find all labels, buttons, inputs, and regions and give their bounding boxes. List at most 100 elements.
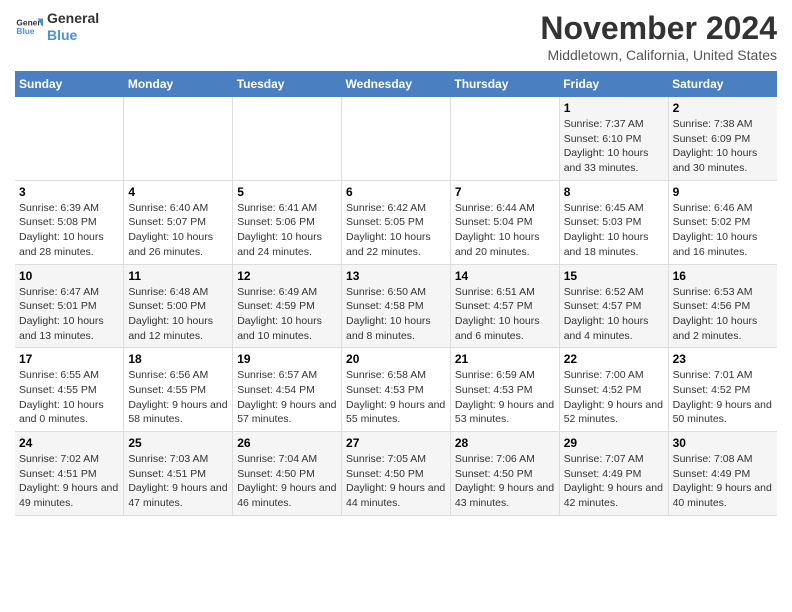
logo: General Blue General Blue (15, 10, 99, 44)
day-info-16: Sunrise: 6:53 AM Sunset: 4:56 PM Dayligh… (673, 285, 773, 344)
title-block: November 2024 Middletown, California, Un… (540, 10, 777, 63)
cell-w1-d2: 5 Sunrise: 6:41 AM Sunset: 5:06 PM Daylig… (233, 180, 342, 264)
cell-w3-d4: 21 Sunrise: 6:59 AM Sunset: 4:53 PM Dayli… (450, 348, 559, 432)
day-info-14: Sunrise: 6:51 AM Sunset: 4:57 PM Dayligh… (455, 285, 555, 344)
day-num-12: 12 (237, 269, 337, 283)
cell-w0-d4 (450, 97, 559, 180)
cell-w2-d5: 15Sunrise: 6:52 AM Sunset: 4:57 PM Dayli… (559, 264, 668, 348)
cell-w0-d3 (342, 97, 451, 180)
day-info-1: Sunrise: 7:37 AM Sunset: 6:10 PM Dayligh… (564, 117, 664, 176)
week-row-0: 1Sunrise: 7:37 AM Sunset: 6:10 PM Daylig… (15, 97, 777, 180)
cell-w1-d6: 9Sunrise: 6:46 AM Sunset: 5:02 PM Daylig… (668, 180, 777, 264)
day-info-20: Sunrise: 6:58 AM Sunset: 4:53 PM Dayligh… (346, 368, 446, 427)
day-num-14: 14 (455, 269, 555, 283)
week-row-4: 24 Sunrise: 7:02 AM Sunset: 4:51 PM Dayli… (15, 432, 777, 516)
cell-w2-d0: 10 Sunrise: 6:47 AM Sunset: 5:01 PM Dayli… (15, 264, 124, 348)
cell-w4-d0: 24 Sunrise: 7:02 AM Sunset: 4:51 PM Dayli… (15, 432, 124, 516)
day-info-10: Sunrise: 6:47 AM Sunset: 5:01 PM Dayligh… (19, 285, 119, 344)
day-info-11: Sunrise: 6:48 AM Sunset: 5:00 PM Dayligh… (128, 285, 228, 344)
cell-w4-d4: 28Sunrise: 7:06 AM Sunset: 4:50 PM Dayli… (450, 432, 559, 516)
day-info-7: Sunrise: 6:44 AM Sunset: 5:04 PM Dayligh… (455, 201, 555, 260)
day-num-2: 2 (673, 101, 773, 115)
day-info-19: Sunrise: 6:57 AM Sunset: 4:54 PM Dayligh… (237, 368, 337, 427)
day-info-27: Sunrise: 7:05 AM Sunset: 4:50 PM Dayligh… (346, 452, 446, 511)
calendar-header: Sunday Monday Tuesday Wednesday Thursday… (15, 71, 777, 97)
day-info-13: Sunrise: 6:50 AM Sunset: 4:58 PM Dayligh… (346, 285, 446, 344)
cell-w0-d0 (15, 97, 124, 180)
day-info-17: Sunrise: 6:55 AM Sunset: 4:55 PM Dayligh… (19, 368, 119, 427)
month-title: November 2024 (540, 10, 777, 47)
day-num-29: 29 (564, 436, 664, 450)
day-num-25: 25 (128, 436, 228, 450)
week-row-3: 17 Sunrise: 6:55 AM Sunset: 4:55 PM Dayli… (15, 348, 777, 432)
day-info-24: Sunrise: 7:02 AM Sunset: 4:51 PM Dayligh… (19, 452, 119, 511)
col-wednesday: Wednesday (342, 71, 451, 97)
cell-w4-d5: 29Sunrise: 7:07 AM Sunset: 4:49 PM Dayli… (559, 432, 668, 516)
cell-w2-d3: 13 Sunrise: 6:50 AM Sunset: 4:58 PM Dayli… (342, 264, 451, 348)
day-info-6: Sunrise: 6:42 AM Sunset: 5:05 PM Dayligh… (346, 201, 446, 260)
day-num-15: 15 (564, 269, 664, 283)
logo-blue: Blue (47, 27, 77, 43)
day-num-26: 26 (237, 436, 337, 450)
cell-w1-d5: 8Sunrise: 6:45 AM Sunset: 5:03 PM Daylig… (559, 180, 668, 264)
day-info-26: Sunrise: 7:04 AM Sunset: 4:50 PM Dayligh… (237, 452, 337, 511)
logo-icon: General Blue (15, 13, 43, 41)
cell-w4-d6: 30Sunrise: 7:08 AM Sunset: 4:49 PM Dayli… (668, 432, 777, 516)
cell-w0-d2 (233, 97, 342, 180)
col-saturday: Saturday (668, 71, 777, 97)
day-info-23: Sunrise: 7:01 AM Sunset: 4:52 PM Dayligh… (673, 368, 773, 427)
day-num-10: 10 (19, 269, 119, 283)
day-info-4: Sunrise: 6:40 AM Sunset: 5:07 PM Dayligh… (128, 201, 228, 260)
cell-w1-d0: 3Sunrise: 6:39 AM Sunset: 5:08 PM Daylig… (15, 180, 124, 264)
cell-w1-d3: 6 Sunrise: 6:42 AM Sunset: 5:05 PM Daylig… (342, 180, 451, 264)
cell-w2-d2: 12 Sunrise: 6:49 AM Sunset: 4:59 PM Dayli… (233, 264, 342, 348)
location: Middletown, California, United States (540, 47, 777, 63)
col-monday: Monday (124, 71, 233, 97)
day-num-7: 7 (455, 185, 555, 199)
day-num-24: 24 (19, 436, 119, 450)
day-info-22: Sunrise: 7:00 AM Sunset: 4:52 PM Dayligh… (564, 368, 664, 427)
day-num-3: 3 (19, 185, 119, 199)
cell-w0-d6: 2 Sunrise: 7:38 AM Sunset: 6:09 PM Daylig… (668, 97, 777, 180)
day-num-22: 22 (564, 352, 664, 366)
day-num-17: 17 (19, 352, 119, 366)
cell-w3-d2: 19 Sunrise: 6:57 AM Sunset: 4:54 PM Dayli… (233, 348, 342, 432)
col-friday: Friday (559, 71, 668, 97)
day-num-5: 5 (237, 185, 337, 199)
day-num-11: 11 (128, 269, 228, 283)
logo-text: General Blue (47, 10, 99, 44)
day-num-19: 19 (237, 352, 337, 366)
cell-w3-d1: 18Sunrise: 6:56 AM Sunset: 4:55 PM Dayli… (124, 348, 233, 432)
day-info-12: Sunrise: 6:49 AM Sunset: 4:59 PM Dayligh… (237, 285, 337, 344)
day-info-18: Sunrise: 6:56 AM Sunset: 4:55 PM Dayligh… (128, 368, 228, 427)
day-info-2: Sunrise: 7:38 AM Sunset: 6:09 PM Dayligh… (673, 117, 773, 176)
cell-w2-d1: 11 Sunrise: 6:48 AM Sunset: 5:00 PM Dayli… (124, 264, 233, 348)
calendar-table: Sunday Monday Tuesday Wednesday Thursday… (15, 71, 777, 516)
logo-general: General (47, 10, 99, 26)
cell-w3-d3: 20Sunrise: 6:58 AM Sunset: 4:53 PM Dayli… (342, 348, 451, 432)
cell-w2-d4: 14 Sunrise: 6:51 AM Sunset: 4:57 PM Dayli… (450, 264, 559, 348)
week-row-2: 10 Sunrise: 6:47 AM Sunset: 5:01 PM Dayli… (15, 264, 777, 348)
cell-w4-d1: 25 Sunrise: 7:03 AM Sunset: 4:51 PM Dayli… (124, 432, 233, 516)
page-header: General Blue General Blue November 2024 … (15, 10, 777, 63)
day-num-9: 9 (673, 185, 773, 199)
day-info-21: Sunrise: 6:59 AM Sunset: 4:53 PM Dayligh… (455, 368, 555, 427)
col-tuesday: Tuesday (233, 71, 342, 97)
col-thursday: Thursday (450, 71, 559, 97)
cell-w0-d1 (124, 97, 233, 180)
cell-w0-d5: 1Sunrise: 7:37 AM Sunset: 6:10 PM Daylig… (559, 97, 668, 180)
day-num-13: 13 (346, 269, 446, 283)
day-info-30: Sunrise: 7:08 AM Sunset: 4:49 PM Dayligh… (673, 452, 773, 511)
day-num-16: 16 (673, 269, 773, 283)
day-num-8: 8 (564, 185, 664, 199)
cell-w3-d5: 22 Sunrise: 7:00 AM Sunset: 4:52 PM Dayli… (559, 348, 668, 432)
day-info-25: Sunrise: 7:03 AM Sunset: 4:51 PM Dayligh… (128, 452, 228, 511)
cell-w3-d6: 23Sunrise: 7:01 AM Sunset: 4:52 PM Dayli… (668, 348, 777, 432)
day-num-6: 6 (346, 185, 446, 199)
day-num-4: 4 (128, 185, 228, 199)
day-num-21: 21 (455, 352, 555, 366)
cell-w4-d2: 26 Sunrise: 7:04 AM Sunset: 4:50 PM Dayli… (233, 432, 342, 516)
cell-w3-d0: 17 Sunrise: 6:55 AM Sunset: 4:55 PM Dayli… (15, 348, 124, 432)
day-info-5: Sunrise: 6:41 AM Sunset: 5:06 PM Dayligh… (237, 201, 337, 260)
calendar-body: 1Sunrise: 7:37 AM Sunset: 6:10 PM Daylig… (15, 97, 777, 515)
